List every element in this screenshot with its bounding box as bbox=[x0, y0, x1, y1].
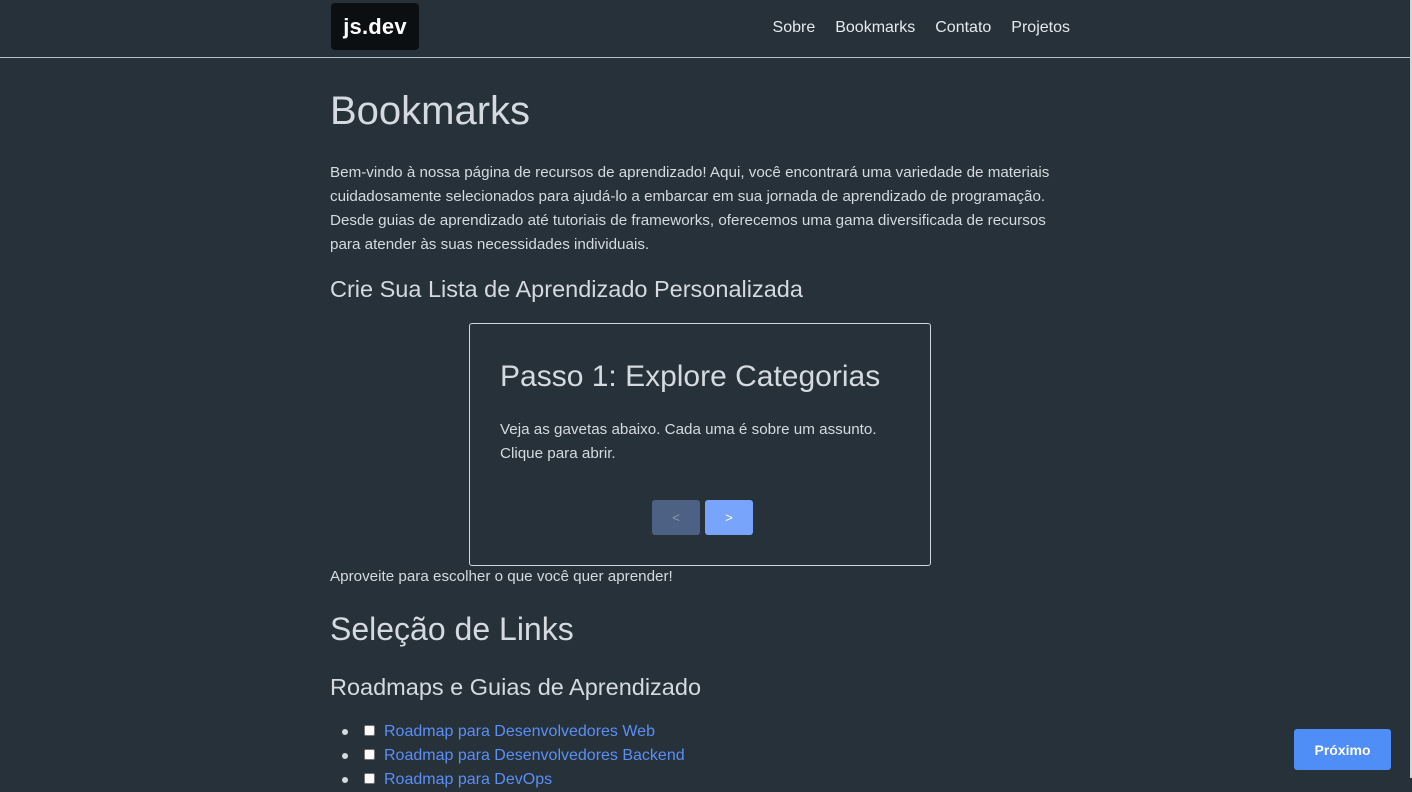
list-item: Roadmap para Desenvolvedores Web bbox=[330, 720, 685, 744]
roadmap-link[interactable]: Roadmap para Desenvolvedores Backend bbox=[384, 747, 685, 764]
page-title: Bookmarks bbox=[330, 89, 531, 133]
step-next-button[interactable]: > bbox=[705, 500, 753, 535]
top-navbar: js.dev Sobre Bookmarks Contato Projetos bbox=[0, 0, 1412, 58]
roadmap-link[interactable]: Roadmap para DevOps bbox=[384, 771, 552, 788]
step-text: Veja as gavetas abaixo. Cada uma é sobre… bbox=[500, 421, 877, 462]
nav-link-projetos[interactable]: Projetos bbox=[1011, 19, 1070, 37]
bullet-icon bbox=[342, 729, 348, 735]
list-item: Roadmap para DevOps bbox=[330, 768, 685, 792]
custom-list-heading: Crie Sua Lista de Aprendizado Personaliz… bbox=[330, 276, 803, 302]
list-item: Roadmap para Desenvolvedores Backend bbox=[330, 744, 685, 768]
link-checkbox[interactable] bbox=[364, 725, 375, 736]
links-heading: Seleção de Links bbox=[330, 611, 574, 647]
nav-link-bookmarks[interactable]: Bookmarks bbox=[835, 19, 915, 37]
roadmap-link[interactable]: Roadmap para Desenvolvedores Web bbox=[384, 723, 655, 740]
main-nav: Sobre Bookmarks Contato Projetos bbox=[773, 19, 1070, 37]
bullet-icon bbox=[342, 753, 348, 759]
site-logo[interactable]: js.dev bbox=[331, 3, 419, 50]
step-title: Passo 1: Explore Categorias bbox=[500, 360, 881, 393]
nav-link-sobre[interactable]: Sobre bbox=[773, 19, 816, 37]
roadmaps-heading: Roadmaps e Guias de Aprendizado bbox=[330, 674, 702, 700]
link-checkbox[interactable] bbox=[364, 773, 375, 784]
link-checkbox[interactable] bbox=[364, 749, 375, 760]
next-page-button[interactable]: Próximo bbox=[1294, 729, 1391, 770]
intro-paragraph: Bem-vindo à nossa página de recursos de … bbox=[330, 164, 1050, 253]
step-prev-button[interactable]: < bbox=[652, 500, 700, 535]
roadmap-link-list: Roadmap para Desenvolvedores Web Roadmap… bbox=[330, 720, 685, 792]
step-card: Passo 1: Explore Categorias Veja as gave… bbox=[469, 323, 931, 566]
after-step-text: Aproveite para escolher o que você quer … bbox=[330, 568, 673, 585]
nav-link-contato[interactable]: Contato bbox=[935, 19, 991, 37]
